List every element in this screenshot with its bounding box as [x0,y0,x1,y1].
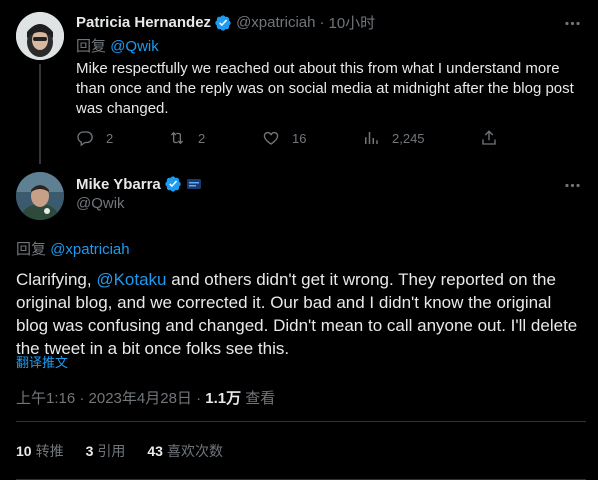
quotes-label: 引用 [97,443,126,459]
tweet-text: Clarifying, @Kotaku and others didn't ge… [16,268,586,360]
avatar[interactable] [16,12,64,60]
retweets-stat[interactable]: 10 转推 [16,441,64,461]
author-handle[interactable]: @Qwik [76,195,125,212]
like-count: 16 [292,130,307,146]
views-label: 查看 [241,390,276,407]
reply-count: 2 [106,130,114,146]
avatar[interactable] [16,172,64,220]
author-name[interactable]: Mike Ybarra [76,176,161,193]
views-button[interactable]: 2,245 [362,129,425,147]
retweet-icon [170,131,184,145]
retweet-button[interactable]: 2 [168,129,205,147]
verified-badge-icon [215,14,231,31]
divider [16,421,586,422]
views-count: 1.1万 [205,390,242,407]
retweets-label: 转推 [35,443,64,459]
affiliate-badge-icon[interactable] [186,179,201,189]
replying-to: 回复 @Qwik [76,35,159,56]
reply-button[interactable]: 2 [76,129,113,147]
share-icon [482,130,496,145]
retweet-count: 2 [198,130,206,146]
main-author-row: Mike Ybarra [76,175,201,193]
author-name[interactable]: Patricia Hernandez [76,14,211,31]
heart-icon [263,131,279,145]
reply-prefix: 回复 [76,38,107,55]
quotes-stat[interactable]: 3 引用 [86,441,126,461]
likes-label: 喜欢次数 [166,443,223,459]
view-count: 2,245 [392,130,425,146]
tweet-timestamp[interactable]: 上午1:16 · 2023年4月28日 · [16,390,205,407]
kotaku-mention-link[interactable]: @Kotaku [96,270,166,289]
more-options-icon[interactable] [562,13,582,33]
author-handle[interactable]: @xpatriciah [236,14,315,31]
reply-author-row: Patricia Hernandez @xpatriciah · 10小时 [76,12,375,33]
reply-icon [77,131,93,147]
tweet-meta: 上午1:16 · 2023年4月28日 · 1.1万 查看 [16,387,275,408]
share-button[interactable] [480,129,510,147]
verified-badge-icon [165,176,181,192]
separator-dot: · [319,14,325,31]
tweet-time[interactable]: 10小时 [329,12,376,33]
quotes-count: 3 [85,443,94,459]
retweets-count: 10 [16,443,32,459]
tweet-text: Mike respectfully we reached out about t… [76,60,574,117]
analytics-icon [365,132,378,144]
more-options-icon[interactable] [562,175,582,195]
likes-count: 43 [147,443,163,459]
tweet-text-part: Clarifying, [16,270,97,289]
thread-connector-line [39,64,41,164]
action-bar: 2 2 16 2,245 [76,129,506,149]
translate-tweet-link[interactable]: 翻译推文 [16,352,68,371]
reply-mention-link[interactable]: @xpatriciah [50,241,129,258]
likes-stat[interactable]: 43 喜欢次数 [147,441,223,461]
engagement-stats: 10 转推 3 引用 43 喜欢次数 [16,441,245,461]
replying-to: 回复 @xpatriciah [16,238,130,259]
reply-prefix: 回复 [16,241,47,258]
like-button[interactable]: 16 [262,129,306,147]
reply-mention-link[interactable]: @Qwik [110,38,159,55]
